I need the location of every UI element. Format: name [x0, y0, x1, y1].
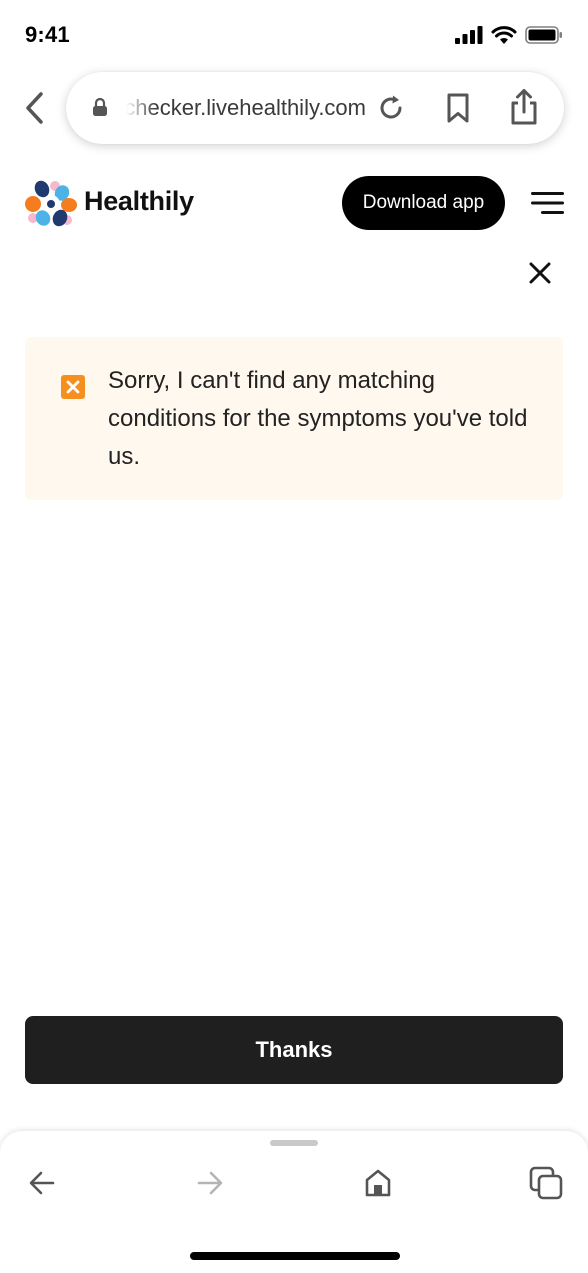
- bookmark-icon[interactable]: [444, 92, 472, 124]
- reload-icon[interactable]: [376, 93, 406, 123]
- share-icon[interactable]: [508, 88, 540, 126]
- thanks-button[interactable]: Thanks: [25, 1016, 563, 1084]
- chevron-left-icon[interactable]: [20, 90, 50, 126]
- healthily-logo[interactable]: [25, 178, 77, 230]
- close-square-icon: [61, 375, 85, 399]
- tabs-icon[interactable]: [529, 1166, 563, 1200]
- wifi-icon: [491, 25, 517, 44]
- home-indicator: [190, 1252, 400, 1260]
- lock-icon: [93, 97, 107, 116]
- close-icon[interactable]: [527, 260, 553, 286]
- url-text[interactable]: symptomchecker.livehealthily.com: [126, 93, 366, 123]
- alert-message: Sorry, I can't find any matching conditi…: [108, 367, 528, 470]
- brand-name[interactable]: Healthily: [84, 186, 194, 217]
- download-app-button[interactable]: Download app: [342, 176, 505, 230]
- sheet-grabber[interactable]: [270, 1140, 318, 1146]
- status-icons: [455, 24, 563, 46]
- hamburger-menu-icon[interactable]: [531, 191, 564, 215]
- battery-icon: [525, 26, 562, 44]
- arrow-left-icon[interactable]: [28, 1170, 56, 1196]
- home-icon[interactable]: [364, 1168, 392, 1198]
- arrow-right-icon[interactable]: [196, 1170, 224, 1196]
- status-time: 9:41: [25, 22, 70, 47]
- cellular-signal-icon: [455, 26, 483, 44]
